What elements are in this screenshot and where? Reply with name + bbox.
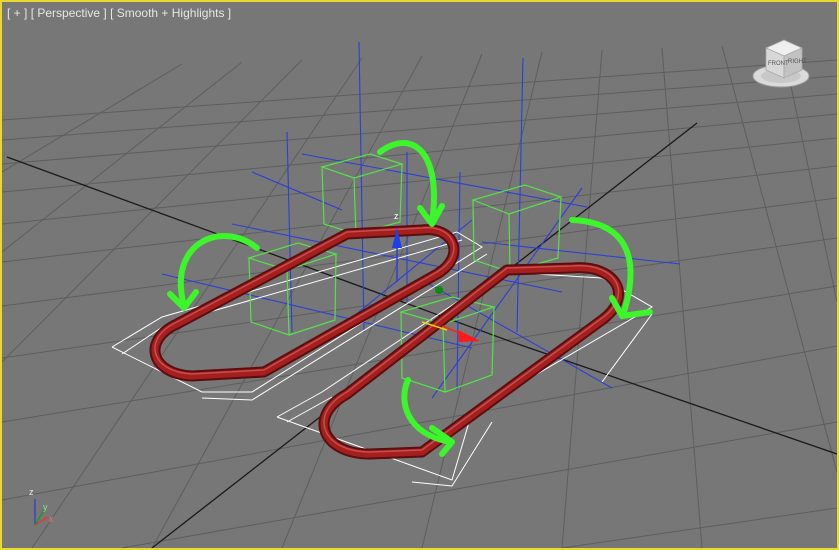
viewport-label-bar: [ + ] [ Perspective ] [ Smooth + Highlig…: [7, 6, 231, 20]
perspective-viewport[interactable]: z z x y FRONT RIGHT [ + ] [ Perspective …: [0, 0, 839, 550]
viewcube-icon[interactable]: FRONT RIGHT: [752, 39, 810, 88]
tripod-y-label: y: [43, 502, 48, 512]
helper-lines: [161, 41, 681, 399]
scene-canvas[interactable]: z z x y FRONT RIGHT: [2, 2, 837, 548]
tube-ring-right[interactable]: [318, 262, 624, 460]
tripod-x-label: x: [49, 514, 54, 524]
tripod-z-label: z: [29, 487, 34, 497]
curved-arrow-icon: [167, 233, 260, 311]
viewport-menu-button[interactable]: [ + ]: [7, 6, 27, 20]
tube-ring-left[interactable]: [149, 224, 460, 382]
viewport-shading-button[interactable]: [ Smooth + Highlights ]: [110, 6, 231, 20]
viewcube-front-label: FRONT: [768, 61, 789, 67]
viewport-view-button[interactable]: [ Perspective ]: [31, 6, 107, 20]
gizmo-z-label: z: [394, 211, 399, 221]
curved-arrow-icon: [377, 140, 445, 227]
viewcube-right-label: RIGHT: [788, 59, 807, 65]
